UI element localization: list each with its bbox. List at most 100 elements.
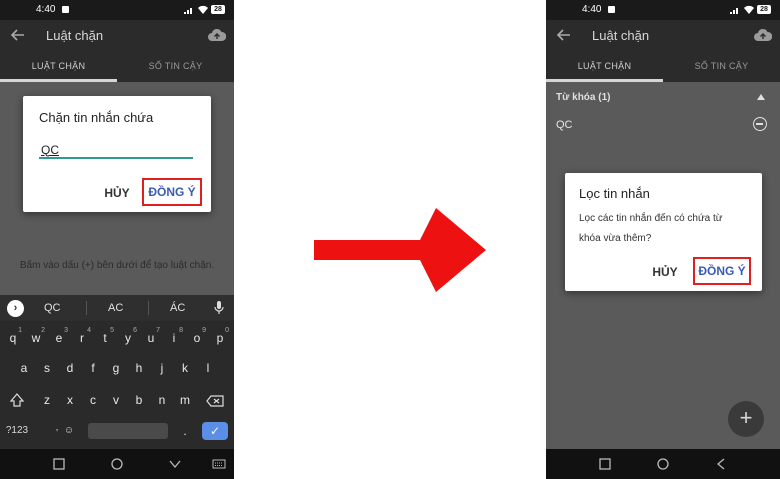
key-hint: 2	[41, 327, 45, 334]
key-e[interactable]: e3	[48, 326, 70, 350]
tab-block-rules[interactable]: LUẬT CHẶN	[0, 52, 117, 82]
key-k[interactable]: k	[174, 356, 196, 380]
block-message-dialog: Chặn tin nhắn chứa HỦY ĐỒNG Ý	[23, 96, 211, 212]
key-z[interactable]: z	[36, 388, 58, 412]
app-bar: Luật chặn	[546, 20, 780, 52]
suggestion-bar: › QC AC ÁC	[0, 295, 234, 321]
tab-trusted-numbers[interactable]: SỐ TIN CẬY	[663, 52, 780, 82]
key-hint: 7	[156, 327, 160, 334]
status-bar: 4:40 28	[0, 0, 234, 20]
battery-icon: 28	[757, 5, 771, 14]
key-m[interactable]: m	[174, 388, 196, 412]
key-c[interactable]: c	[82, 388, 104, 412]
key-hint: 4	[87, 327, 91, 334]
keyword-item: QC	[556, 119, 573, 131]
key-g[interactable]: g	[105, 356, 127, 380]
back-icon[interactable]	[714, 458, 728, 470]
suggestion-2[interactable]: AC	[108, 302, 123, 314]
key-a[interactable]: a	[13, 356, 35, 380]
signal-icon	[184, 8, 192, 14]
tab-bar: LUẬT CHẶN SỐ TIN CẬY	[546, 52, 780, 82]
cloud-upload-icon[interactable]	[754, 28, 772, 42]
key-v[interactable]: v	[105, 388, 127, 412]
key-w[interactable]: w2	[25, 326, 47, 350]
divider	[86, 301, 87, 315]
key-i[interactable]: i8	[163, 326, 185, 350]
backspace-icon[interactable]	[206, 395, 224, 407]
suggestion-3[interactable]: ÁC	[170, 302, 185, 314]
key-r[interactable]: r4	[71, 326, 93, 350]
key-s[interactable]: s	[36, 356, 58, 380]
key-hint: 9	[202, 327, 206, 334]
page-title: Luật chặn	[46, 28, 104, 43]
shift-icon[interactable]	[10, 393, 24, 407]
mic-icon[interactable]	[214, 301, 224, 315]
status-bar: 4:40 28	[546, 0, 780, 20]
tab-block-rules[interactable]: LUẬT CHẶN	[546, 52, 663, 82]
home-icon[interactable]	[656, 458, 670, 470]
left-phone-screen: 4:40 28 Luật chặn LUẬT CHẶN SỐ TIN CẬY C…	[0, 0, 234, 479]
ok-button[interactable]: ĐỒNG Ý	[142, 178, 202, 206]
back-arrow-icon[interactable]	[10, 27, 26, 43]
hide-keyboard-icon[interactable]	[168, 458, 182, 470]
dialog-message-line-1: Lọc các tin nhắn đến có chứa từ	[579, 213, 723, 224]
key-h[interactable]: h	[128, 356, 150, 380]
dialog-message-line-2: khóa vừa thêm?	[579, 233, 652, 244]
page-title: Luật chặn	[592, 28, 650, 43]
key-t[interactable]: t5	[94, 326, 116, 350]
dialog-title: Chặn tin nhắn chứa	[39, 110, 154, 125]
home-icon[interactable]	[110, 458, 124, 470]
key-n[interactable]: n	[151, 388, 173, 412]
space-key[interactable]	[88, 423, 168, 439]
cloud-upload-icon[interactable]	[208, 28, 226, 42]
key-d[interactable]: d	[59, 356, 81, 380]
key-o[interactable]: o9	[186, 326, 208, 350]
key-u[interactable]: u7	[140, 326, 162, 350]
filter-messages-dialog: Lọc tin nhắn Lọc các tin nhắn đến có chứ…	[565, 173, 762, 291]
ok-button[interactable]: ĐỒNG Ý	[693, 257, 751, 285]
key-x[interactable]: x	[59, 388, 81, 412]
key-j[interactable]: j	[151, 356, 173, 380]
key-l[interactable]: l	[197, 356, 219, 380]
suggestion-1[interactable]: QC	[44, 302, 61, 314]
key-p[interactable]: p0	[209, 326, 231, 350]
plus-icon[interactable]: +	[728, 401, 764, 437]
key-y[interactable]: y6	[117, 326, 139, 350]
wifi-icon	[744, 5, 754, 14]
right-phone-screen: 4:40 28 Luật chặn LUẬT CHẶN SỐ TIN CẬY T…	[546, 0, 780, 479]
status-time: 4:40	[36, 4, 56, 15]
keyword-section-header[interactable]: Từ khóa (1)	[556, 92, 610, 103]
remove-icon[interactable]	[753, 117, 767, 131]
cancel-button[interactable]: HỦY	[647, 261, 683, 283]
recents-icon[interactable]	[52, 458, 66, 470]
key-f[interactable]: f	[82, 356, 104, 380]
check-icon[interactable]: ✓	[202, 422, 228, 440]
expand-icon[interactable]: ›	[7, 300, 24, 317]
key-hint: 3	[64, 327, 68, 334]
empty-hint: Bấm vào dấu (+) bên dưới để tạo luật chặ…	[19, 260, 215, 271]
nav-bar	[0, 449, 234, 479]
notification-icon	[608, 6, 615, 13]
key-hint: 5	[110, 327, 114, 334]
dialog-title: Lọc tin nhắn	[579, 186, 650, 201]
key-hint: 0	[225, 327, 229, 334]
comma-key[interactable]: ,	[52, 415, 62, 439]
tab-bar: LUẬT CHẶN SỐ TIN CẬY	[0, 52, 234, 82]
divider	[148, 301, 149, 315]
back-arrow-icon[interactable]	[556, 27, 572, 43]
cancel-button[interactable]: HỦY	[99, 182, 135, 204]
wifi-icon	[198, 5, 208, 14]
right-arrow-icon	[314, 208, 486, 292]
keyboard-icon[interactable]	[212, 458, 226, 470]
symbols-key[interactable]: ?123	[2, 419, 32, 443]
recents-icon[interactable]	[598, 458, 612, 470]
app-bar: Luật chặn	[0, 20, 234, 52]
key-b[interactable]: b	[128, 388, 150, 412]
keyword-input[interactable]	[39, 142, 193, 159]
tab-trusted-numbers[interactable]: SỐ TIN CẬY	[117, 52, 234, 82]
chevron-up-icon[interactable]	[757, 94, 765, 100]
dialog-message: Lọc các tin nhắn đến có chứa từ khóa vừa…	[579, 209, 755, 249]
notification-icon	[62, 6, 69, 13]
period-key[interactable]: .	[178, 419, 192, 443]
key-q[interactable]: q1	[2, 326, 24, 350]
